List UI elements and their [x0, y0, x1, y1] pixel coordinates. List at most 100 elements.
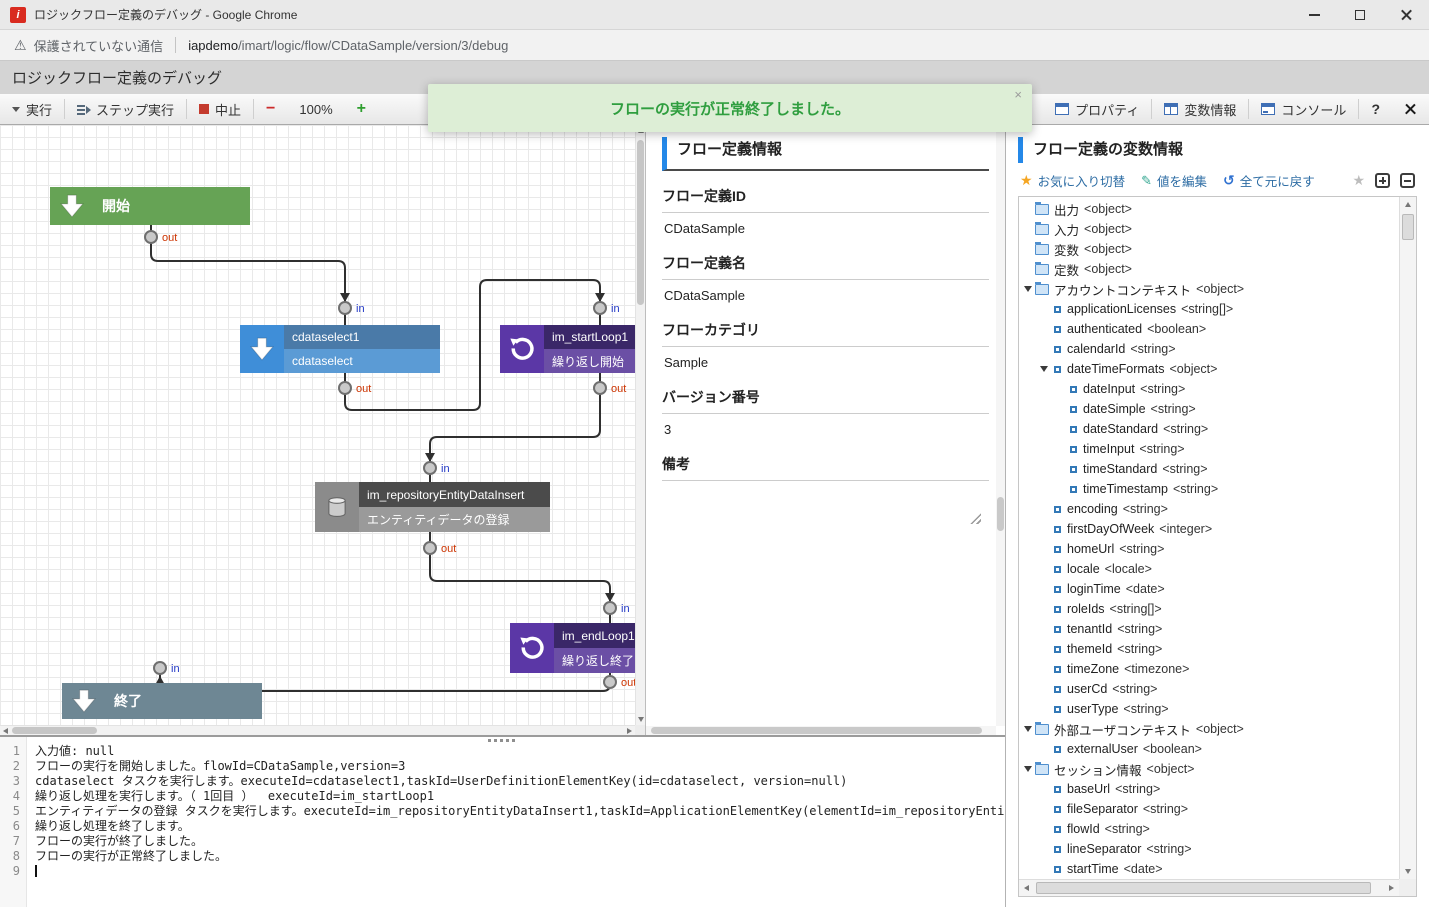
tree-item[interactable]: セッション情報<object>	[1019, 759, 1399, 779]
tree-item[interactable]: encoding<string>	[1019, 499, 1399, 519]
zoom-in-button[interactable]: +	[345, 94, 378, 124]
scrollbar-thumb[interactable]	[1402, 214, 1414, 240]
expand-all-button[interactable]	[1375, 173, 1390, 188]
expand-icon[interactable]	[1040, 366, 1048, 372]
edit-value-button[interactable]: ✎ 値を編集	[1141, 171, 1207, 190]
variables-panel-icon	[1164, 103, 1178, 115]
favorite-filter-icon[interactable]: ★	[1352, 172, 1365, 189]
tree-item[interactable]: flowId<string>	[1019, 819, 1399, 839]
tree-item[interactable]: startTime<date>	[1019, 859, 1399, 879]
tree-vertical-scrollbar[interactable]	[1399, 197, 1416, 879]
abort-button[interactable]: 中止	[187, 94, 253, 124]
scrollbar-thumb[interactable]	[637, 140, 644, 305]
help-button[interactable]: ?	[1359, 94, 1392, 124]
minimize-button[interactable]	[1291, 0, 1337, 29]
flow-node-end[interactable]: 終了	[62, 683, 262, 719]
flow-node-im_endLoop1[interactable]: im_endLoop1繰り返し終了	[510, 623, 635, 673]
flow-node-im_startLoop1[interactable]: im_startLoop1繰り返し開始	[500, 325, 635, 373]
field-label: フロー定義名	[662, 240, 989, 280]
console-resize-grip[interactable]	[488, 739, 515, 742]
tree-item[interactable]: authenticated<boolean>	[1019, 319, 1399, 339]
line-text: 入力値: null	[27, 744, 1005, 759]
address-bar[interactable]: ⚠ 保護されていない通信 iapdemo/imart/logic/flow/CD…	[0, 30, 1429, 61]
tree-item[interactable]: timeStandard<string>	[1019, 459, 1399, 479]
scroll-left-icon[interactable]	[1024, 885, 1029, 891]
canvas-horizontal-scrollbar[interactable]	[0, 725, 635, 735]
tree-horizontal-scrollbar[interactable]	[1019, 879, 1399, 896]
line-text	[27, 864, 1005, 879]
tree-item[interactable]: fileSeparator<string>	[1019, 799, 1399, 819]
warning-icon[interactable]: ⚠	[14, 37, 27, 54]
step-run-button[interactable]: ステップ実行	[65, 94, 186, 124]
flow-node-cdataselect1[interactable]: cdataselect1cdataselect	[240, 325, 440, 373]
tree-item[interactable]: externalUser<boolean>	[1019, 739, 1399, 759]
resize-grip[interactable]	[970, 513, 981, 524]
close-window-button[interactable]	[1383, 0, 1429, 29]
collapse-all-button[interactable]	[1400, 173, 1415, 188]
scroll-up-icon[interactable]	[1405, 202, 1411, 207]
tree-item[interactable]: homeUrl<string>	[1019, 539, 1399, 559]
tree-item[interactable]: 変数<object>	[1019, 239, 1399, 259]
scroll-left-icon[interactable]	[3, 728, 8, 734]
favorite-toggle-label: お気に入り切替	[1038, 171, 1126, 190]
tree-item[interactable]: dateInput<string>	[1019, 379, 1399, 399]
tree-item[interactable]: dateSimple<string>	[1019, 399, 1399, 419]
folder-icon	[1035, 764, 1049, 775]
scrollbar-thumb[interactable]	[651, 727, 982, 734]
url-text[interactable]: iapdemo/imart/logic/flow/CDataSample/ver…	[188, 38, 508, 53]
scroll-right-icon[interactable]	[627, 728, 632, 734]
scrollbar-thumb[interactable]	[12, 727, 97, 734]
scrollbar-thumb[interactable]	[997, 497, 1004, 531]
expand-icon[interactable]	[1024, 286, 1032, 292]
console-panel[interactable]: 1入力値: null2フローの実行を開始しました。flowId=CDataSam…	[0, 735, 1005, 907]
tree-item[interactable]: baseUrl<string>	[1019, 779, 1399, 799]
console-button[interactable]: コンソール	[1249, 94, 1358, 124]
security-label[interactable]: 保護されていない通信	[34, 36, 164, 55]
scroll-right-icon[interactable]	[1389, 885, 1394, 891]
tree-item[interactable]: timeZone<timezone>	[1019, 659, 1399, 679]
canvas-vertical-scrollbar[interactable]	[635, 125, 645, 725]
scroll-down-icon[interactable]	[1405, 869, 1411, 874]
toast-close-button[interactable]: ×	[1014, 87, 1022, 102]
tree-item[interactable]: lineSeparator<string>	[1019, 839, 1399, 859]
flow-node-start[interactable]: 開始	[50, 187, 250, 225]
info-vertical-scrollbar[interactable]	[996, 125, 1005, 726]
flow-node-im_repositoryEntityDataInsert1[interactable]: im_repositoryEntityDataInsertエンティティデータの登…	[315, 482, 550, 532]
revert-all-button[interactable]: ↺ 全て元に戻す	[1223, 171, 1315, 190]
variables-button[interactable]: 変数情報	[1152, 94, 1248, 124]
info-horizontal-scrollbar[interactable]	[646, 726, 996, 735]
expand-icon[interactable]	[1024, 766, 1032, 772]
favorite-toggle-button[interactable]: ★ お気に入り切替	[1020, 171, 1125, 190]
variable-type: <locale>	[1105, 562, 1152, 576]
tree-item[interactable]: tenantId<string>	[1019, 619, 1399, 639]
tree-item[interactable]: timeTimestamp<string>	[1019, 479, 1399, 499]
tree-item[interactable]: themeId<string>	[1019, 639, 1399, 659]
zoom-out-button[interactable]: −	[254, 94, 287, 124]
run-button[interactable]: 実行	[0, 94, 64, 124]
tree-item[interactable]: roleIds<string[]>	[1019, 599, 1399, 619]
expand-icon[interactable]	[1024, 726, 1032, 732]
tree-item[interactable]: applicationLicenses<string[]>	[1019, 299, 1399, 319]
tree-item[interactable]: 出力<object>	[1019, 199, 1399, 219]
maximize-button[interactable]	[1337, 0, 1383, 29]
tree-item[interactable]: dateTimeFormats<object>	[1019, 359, 1399, 379]
properties-button[interactable]: プロパティ	[1043, 94, 1151, 124]
tree-item[interactable]: アカウントコンテキスト<object>	[1019, 279, 1399, 299]
flow-canvas[interactable]: 開始 cdataselect1cdataselect im_startLoop1繰り…	[0, 125, 635, 725]
variable-name: userCd	[1067, 682, 1107, 696]
tree-item[interactable]: 定数<object>	[1019, 259, 1399, 279]
console-output[interactable]: 1入力値: null2フローの実行を開始しました。flowId=CDataSam…	[0, 744, 1005, 907]
tree-item[interactable]: 入力<object>	[1019, 219, 1399, 239]
scroll-down-icon[interactable]	[638, 717, 644, 722]
tree-item[interactable]: timeInput<string>	[1019, 439, 1399, 459]
tree-item[interactable]: calendarId<string>	[1019, 339, 1399, 359]
tree-item[interactable]: 外部ユーザコンテキスト<object>	[1019, 719, 1399, 739]
scrollbar-thumb[interactable]	[1036, 882, 1371, 894]
tree-item[interactable]: loginTime<date>	[1019, 579, 1399, 599]
tree-item[interactable]: userType<string>	[1019, 699, 1399, 719]
tree-item[interactable]: locale<locale>	[1019, 559, 1399, 579]
tree-item[interactable]: firstDayOfWeek<integer>	[1019, 519, 1399, 539]
close-debugger-button[interactable]	[1392, 94, 1429, 124]
tree-item[interactable]: userCd<string>	[1019, 679, 1399, 699]
tree-item[interactable]: dateStandard<string>	[1019, 419, 1399, 439]
